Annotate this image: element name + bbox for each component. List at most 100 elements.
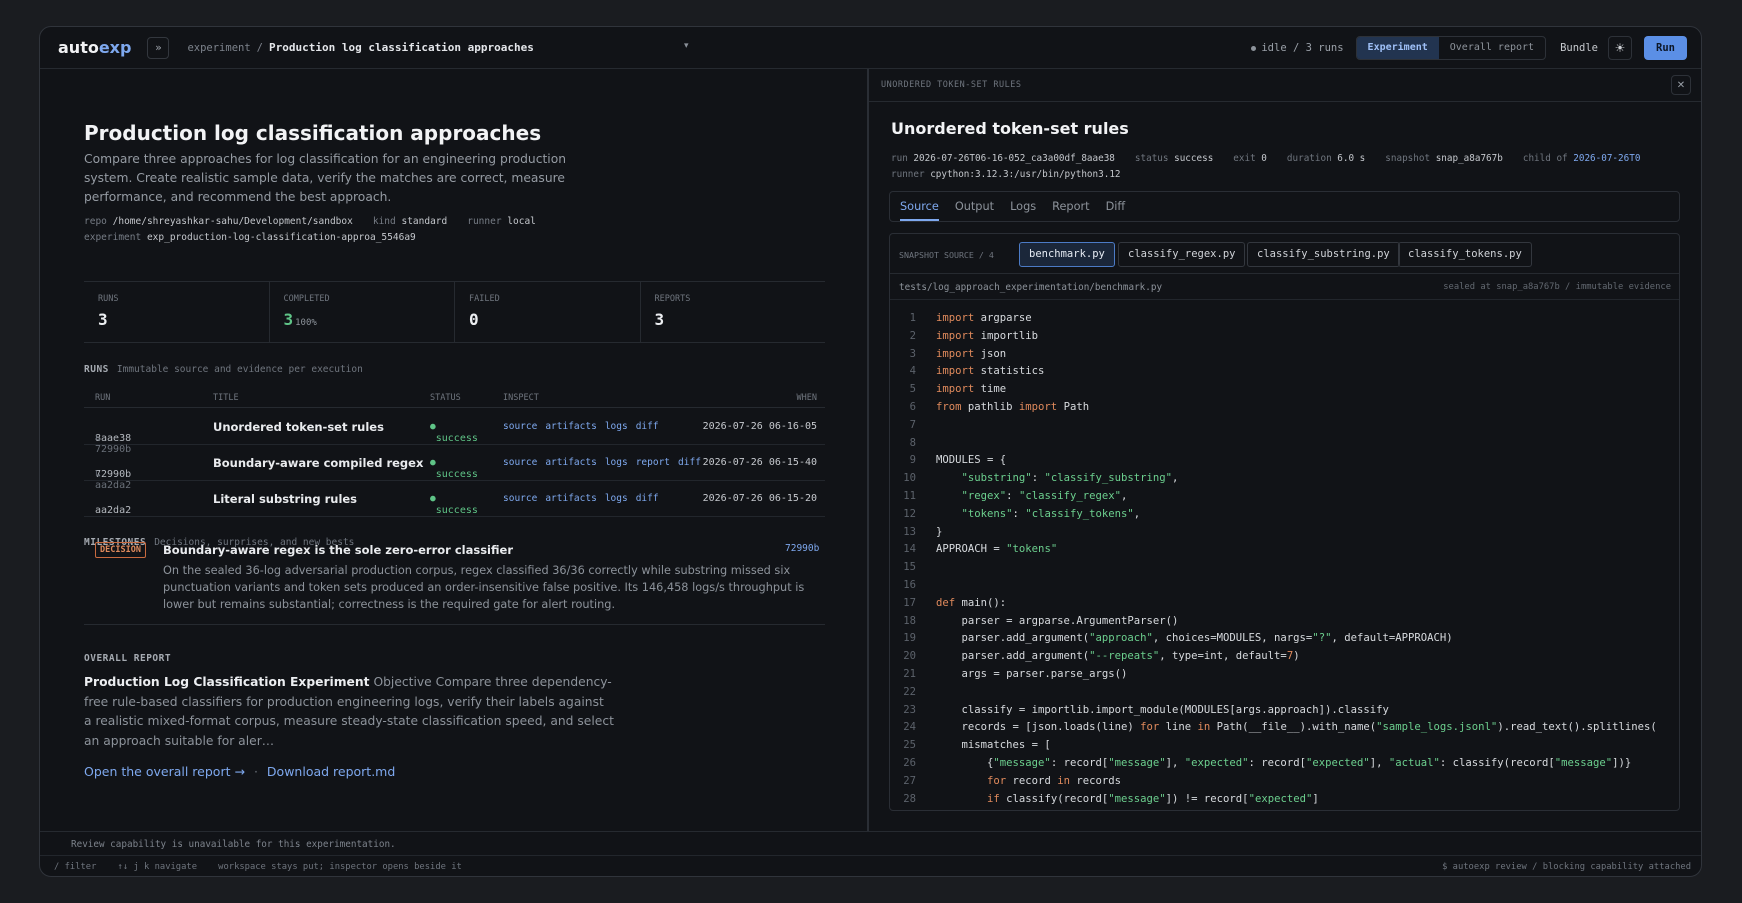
breadcrumb-current: Production log classification approaches	[269, 41, 534, 54]
code-line: 2 import importlib	[909, 329, 1039, 342]
diff-link[interactable]: diff	[678, 457, 701, 468]
inspector-tabs: Source Output Logs Report Diff	[889, 191, 1680, 222]
code-line: 15	[903, 561, 916, 574]
chevron-down-icon[interactable]: ▾	[684, 41, 689, 51]
view-switcher: Experiment Overall report	[1355, 36, 1547, 60]
sun-icon: ☀	[1614, 41, 1626, 55]
source-link[interactable]: source	[503, 493, 537, 504]
experiment-runner: local	[507, 216, 536, 227]
artifacts-link[interactable]: artifacts	[545, 493, 596, 504]
app-logo[interactable]: autoexp	[58, 38, 131, 57]
tab-logs[interactable]: Logs	[1010, 192, 1036, 221]
code-line: 3 import json	[909, 347, 1007, 360]
divider	[84, 624, 825, 625]
diff-link[interactable]: diff	[636, 493, 659, 504]
experiment-meta-row: repo /home/shreyashkar-sahu/Development/…	[84, 216, 536, 227]
close-icon: ✕	[1676, 79, 1686, 91]
experiment-description: Compare three approaches for log classif…	[84, 152, 567, 204]
open-overall-report-link[interactable]: Open the overall report →	[84, 764, 245, 779]
keyboard-hints: / filter ↑↓ j k navigate workspace stays…	[54, 862, 462, 872]
stat-completed: COMPLETED 3 100%	[270, 282, 455, 342]
tab-output[interactable]: Output	[955, 192, 994, 221]
bundle-button[interactable]: Bundle	[1560, 42, 1598, 54]
artifacts-link[interactable]: artifacts	[545, 457, 596, 468]
breadcrumb-parent[interactable]: experiment	[187, 42, 250, 54]
code-line: 16	[903, 578, 916, 591]
run-button[interactable]: Run	[1644, 36, 1687, 60]
tab-experiment[interactable]: Experiment	[1356, 37, 1439, 59]
overall-report-links: Open the overall report → · Download repor…	[84, 764, 396, 779]
stat-runs: RUNS 3	[84, 282, 270, 342]
inspector-caption: UNORDERED TOKEN-SET RULES	[881, 80, 1022, 90]
file-tab-classify-tokens[interactable]: classify_tokens.py	[1398, 242, 1532, 267]
expand-sidebar-button[interactable]: »	[147, 36, 170, 59]
source-link[interactable]: source	[503, 457, 537, 468]
milestone-run-link[interactable]: 72990b	[785, 543, 819, 554]
status-badge: ● success	[430, 493, 478, 516]
overall-report-section-title: OVERALL REPORT	[84, 653, 172, 664]
runs-table-header: RUN TITLE STATUS INSPECT WHEN	[84, 390, 825, 408]
code-line: 10 "substring": "classify_substring",	[903, 472, 1179, 485]
tab-diff[interactable]: Diff	[1106, 192, 1126, 221]
app-window: autoexp » experiment / Production log clas…	[39, 26, 1702, 877]
inspector-title: Unordered token-set rules	[891, 119, 1129, 138]
theme-toggle-button[interactable]: ☀	[1608, 36, 1632, 60]
review-command-hint: $ autoexp review / blocking capability a…	[1442, 862, 1691, 872]
double-chevron-icon: »	[155, 41, 162, 54]
table-row[interactable]: 72990b ↳ aa2da2 Boundary-aware compiled …	[84, 445, 825, 491]
run-meta-row: run 2026-07-26T06-16-052_ca3a00df_8aae38…	[891, 153, 1641, 164]
report-link[interactable]: report	[636, 457, 670, 468]
runs-section-title: RUNS Immutable source and evidence per ex…	[84, 364, 363, 375]
milestone-body: On the sealed 36-log adversarial product…	[163, 564, 805, 611]
source-link[interactable]: source	[503, 421, 537, 432]
experiment-id-row: experiment exp_production-log-classifica…	[84, 232, 416, 243]
status-badge: ● success	[430, 457, 478, 480]
stat-reports: REPORTS 3	[654, 294, 691, 329]
code-line: 9 MODULES = {	[909, 454, 1007, 467]
diff-link[interactable]: diff	[636, 421, 659, 432]
status-bar: / filter ↑↓ j k navigate workspace stays…	[40, 855, 1701, 876]
code-line: 1 import argparse	[909, 312, 1032, 324]
code-line: 23 classify = importlib.import_module(MO…	[903, 703, 1389, 716]
code-line: 8	[909, 436, 916, 449]
file-tab-benchmark[interactable]: benchmark.py	[1019, 242, 1115, 267]
tab-overall-report[interactable]: Overall report	[1439, 37, 1545, 59]
download-report-link[interactable]: Download report.md	[267, 764, 395, 779]
run-status-indicator: idle / 3 runs	[1251, 42, 1344, 54]
file-tab-classify-regex[interactable]: classify_regex.py	[1118, 242, 1246, 267]
review-notice-bar: Review capability is unavailable for thi…	[40, 831, 1701, 855]
table-row[interactable]: 8aae38 ↳ 72990b Unordered token-set rule…	[84, 409, 825, 455]
table-row[interactable]: aa2da2 Literal substring rules ● success…	[84, 481, 825, 517]
file-tabs: SNAPSHOT SOURCE / 4 benchmark.py classif…	[890, 234, 1679, 274]
status-badge: ● success	[430, 421, 478, 444]
code-line: 22	[903, 685, 916, 698]
status-dot-icon	[1251, 45, 1257, 51]
experiment-id: exp_production-log-classification-approa…	[146, 232, 416, 243]
logs-link[interactable]: logs	[605, 421, 628, 432]
code-line: 6 from pathlib import Path	[909, 400, 1090, 413]
code-line: 21 args = parser.parse_args()	[903, 667, 1128, 680]
logs-link[interactable]: logs	[605, 457, 628, 468]
code-line: 13}	[903, 525, 943, 538]
file-path-bar: tests/log_approach_experimentation/bench…	[890, 274, 1679, 300]
milestone-title: Boundary-aware regex is the sole zero-er…	[163, 543, 513, 557]
child-of-link[interactable]: 2026-07-26T0	[1573, 153, 1640, 164]
file-tab-classify-substring[interactable]: classify_substring.py	[1247, 242, 1400, 267]
code-line: 24 records = [json.loads(line) for line …	[903, 721, 1657, 734]
logs-link[interactable]: logs	[605, 493, 628, 504]
file-path: tests/log_approach_experimentation/bench…	[899, 282, 1163, 293]
code-line: 17 def main():	[903, 596, 1007, 609]
code-line: 19 parser.add_argument("approach", choic…	[903, 632, 1453, 645]
decision-badge: DECISION	[95, 542, 146, 558]
code-line: 5 import time	[909, 383, 1007, 396]
overall-report-summary: Production Log Classification Experiment…	[84, 675, 614, 748]
stat-failed: FAILED 0	[455, 282, 641, 342]
artifacts-link[interactable]: artifacts	[545, 421, 596, 432]
code-line: 20 parser.add_argument("--repeats", type…	[903, 650, 1300, 663]
sealed-note: sealed at snap_a8a767b / immutable evide…	[1443, 282, 1671, 292]
tab-source[interactable]: Source	[900, 192, 939, 221]
tab-report[interactable]: Report	[1052, 192, 1089, 221]
close-inspector-button[interactable]: ✕	[1671, 75, 1691, 95]
code-line: 18 parser = argparse.ArgumentParser()	[903, 614, 1179, 627]
code-line: 7	[909, 418, 916, 431]
